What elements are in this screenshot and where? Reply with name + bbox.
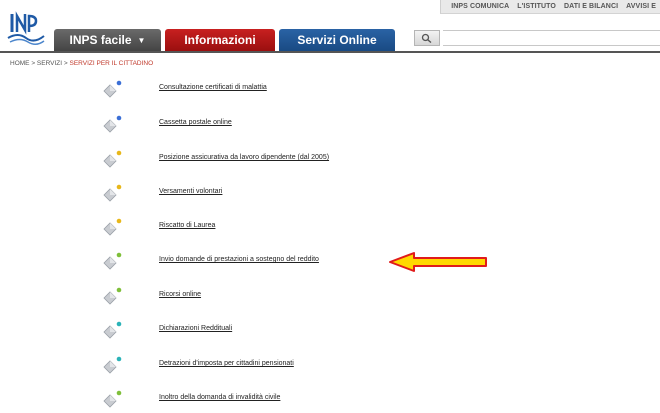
top-link-dati-bilanci[interactable]: DATI E BILANCI <box>564 3 618 10</box>
top-link-istituto[interactable]: L'ISTITUTO <box>517 3 556 10</box>
list-item[interactable]: Versamenti volontari <box>100 180 222 206</box>
chevron-down-icon: ▼ <box>137 35 146 45</box>
service-link[interactable]: Riscatto di Laurea <box>159 222 215 229</box>
service-icon <box>103 321 122 339</box>
service-link[interactable]: Consultazione certificati di malattia <box>159 84 267 91</box>
service-icon <box>103 390 122 408</box>
inps-logo[interactable] <box>6 6 46 46</box>
search-icon <box>421 33 432 43</box>
top-links: INPS COMUNICA L'ISTITUTO DATI E BILANCI … <box>440 0 660 14</box>
service-link[interactable]: Detrazioni d'imposta per cittadini pensi… <box>159 360 294 367</box>
breadcrumb: HOME > SERVIZI > SERVIZI PER IL CITTADIN… <box>10 60 153 67</box>
tab-servizi-online[interactable]: Servizi Online <box>279 29 395 51</box>
annotation-arrow <box>389 252 487 272</box>
list-item[interactable]: Dichiarazioni Reddituali <box>100 317 232 343</box>
service-icon <box>103 287 122 305</box>
tab-inps-facile[interactable]: INPS facile ▼ <box>54 29 161 51</box>
breadcrumb-servizi[interactable]: SERVIZI <box>37 60 62 67</box>
list-item[interactable]: Invio domande di prestazioni a sostegno … <box>100 248 319 274</box>
tab-informazioni-label: Informazioni <box>184 33 256 47</box>
top-link-comunica[interactable]: INPS COMUNICA <box>451 3 509 10</box>
breadcrumb-separator: > <box>31 60 36 67</box>
service-icon <box>103 150 122 168</box>
service-icon <box>103 252 122 270</box>
service-link[interactable]: Cassetta postale online <box>159 119 232 126</box>
breadcrumb-home[interactable]: HOME <box>10 60 30 67</box>
service-icon <box>103 356 122 374</box>
list-item[interactable]: Ricorsi online <box>100 283 201 309</box>
list-item[interactable]: Cassetta postale online <box>100 111 232 137</box>
list-item[interactable]: Detrazioni d'imposta per cittadini pensi… <box>100 352 294 378</box>
breadcrumb-separator: > <box>63 60 68 67</box>
search-input[interactable] <box>443 30 660 46</box>
service-icon <box>103 115 122 133</box>
service-link[interactable]: Dichiarazioni Reddituali <box>159 325 232 332</box>
service-link[interactable]: Inoltro della domanda di invalidità civi… <box>159 394 280 401</box>
service-icon <box>103 218 122 236</box>
menu-divider <box>0 51 660 53</box>
service-link[interactable]: Versamenti volontari <box>159 188 222 195</box>
service-icon <box>103 184 122 202</box>
breadcrumb-current: SERVIZI PER IL CITTADINO <box>69 60 154 67</box>
list-item[interactable]: Posizione assicurativa da lavoro dipende… <box>100 146 329 172</box>
tab-inps-facile-label: INPS facile <box>69 33 132 47</box>
list-item[interactable]: Inoltro della domanda di invalidità civi… <box>100 386 280 412</box>
main-menu: INPS facile ▼ Informazioni Servizi Onlin… <box>54 29 399 51</box>
tab-informazioni[interactable]: Informazioni <box>165 29 275 51</box>
list-item[interactable]: Riscatto di Laurea <box>100 214 215 240</box>
arrow-left-icon <box>389 252 487 272</box>
tab-servizi-online-label: Servizi Online <box>297 33 377 47</box>
service-link[interactable]: Ricorsi online <box>159 291 201 298</box>
search-button[interactable] <box>414 30 440 46</box>
service-link[interactable]: Posizione assicurativa da lavoro dipende… <box>159 154 329 161</box>
list-item[interactable]: Consultazione certificati di malattia <box>100 76 267 102</box>
top-link-avvisi[interactable]: AVVISI E <box>626 3 656 10</box>
service-icon <box>103 80 122 98</box>
service-link[interactable]: Invio domande di prestazioni a sostegno … <box>159 256 319 263</box>
